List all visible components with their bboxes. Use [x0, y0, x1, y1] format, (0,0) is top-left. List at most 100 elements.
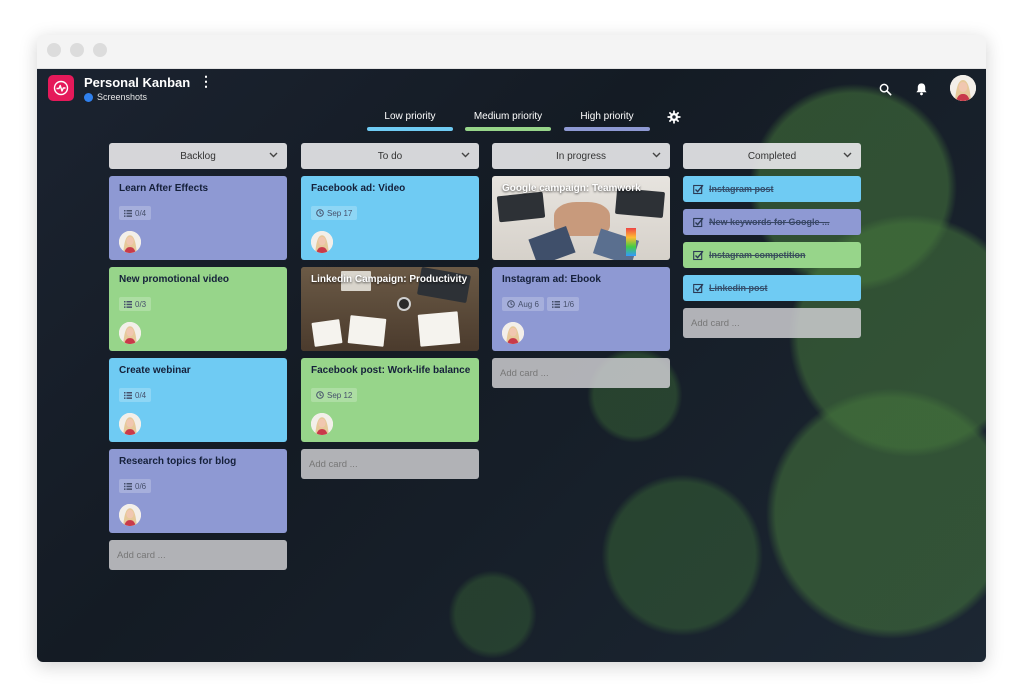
medium-priority-label: Medium priority	[473, 111, 543, 122]
column-header-in-progress[interactable]: In progress	[492, 143, 670, 169]
chevron-down-icon	[269, 152, 278, 158]
add-card-button[interactable]: Add card ...	[492, 358, 670, 388]
card-avatar	[119, 504, 141, 526]
avatar-image	[119, 231, 141, 253]
card-linkedin-campaign-productivity[interactable]: Linkedin Campaign: Productivity	[301, 267, 479, 351]
checklist-icon	[124, 300, 132, 308]
user-avatar-image	[950, 75, 976, 101]
column-title: To do	[377, 150, 403, 162]
kanban-board: Personal Kanban ⋮ Screenshots Low priori…	[37, 69, 986, 662]
avatar-image	[119, 322, 141, 344]
chevron-down-icon	[843, 152, 852, 158]
notifications-button[interactable]	[913, 81, 929, 97]
card-instagram-ad-ebook[interactable]: Instagram ad: Ebook Aug 6 1/6	[492, 267, 670, 351]
medium-priority-bar	[465, 127, 551, 131]
due-date-badge: Aug 6	[502, 297, 544, 311]
card-linkedin-post[interactable]: Linkedin post	[683, 275, 861, 301]
priority-settings-button[interactable]	[667, 110, 681, 124]
search-button[interactable]	[877, 81, 893, 97]
card-title: Research topics for blog	[119, 456, 237, 467]
card-new-promotional-video[interactable]: New promotional video 0/3	[109, 267, 287, 351]
gear-icon	[667, 110, 681, 124]
avatar-image	[311, 413, 333, 435]
card-avatar	[119, 322, 141, 344]
window-maximize-dot[interactable]	[93, 43, 107, 57]
column-in-progress: In progress Google campaign: Teamwork In…	[492, 143, 670, 388]
medium-priority-filter[interactable]: Medium priority	[465, 109, 551, 131]
checklist-badge: 0/3	[119, 297, 152, 311]
workspace-color-dot	[84, 92, 93, 102]
clock-icon	[507, 300, 515, 308]
due-date: Aug 6	[518, 299, 539, 309]
avatar-image	[502, 322, 524, 344]
avatar-image	[119, 504, 141, 526]
card-avatar	[119, 231, 141, 253]
high-priority-label: High priority	[580, 111, 634, 122]
card-create-webinar[interactable]: Create webinar 0/4	[109, 358, 287, 442]
user-avatar[interactable]	[950, 75, 976, 101]
checkbox-checked-icon	[693, 250, 704, 260]
column-completed: Completed Instagram post New keywords fo…	[683, 143, 861, 338]
avatar-image	[311, 231, 333, 253]
bell-icon	[915, 83, 927, 96]
card-new-keywords-for-google[interactable]: New keywords for Google ...	[683, 209, 861, 235]
checklist-count: 0/6	[135, 481, 147, 491]
low-priority-filter[interactable]: Low priority	[367, 109, 453, 131]
card-facebook-ad-video[interactable]: Facebook ad: Video Sep 17	[301, 176, 479, 260]
card-learn-after-effects[interactable]: Learn After Effects 0/4	[109, 176, 287, 260]
checklist-icon	[124, 391, 132, 399]
card-title: Facebook ad: Video	[311, 183, 406, 194]
due-date: Sep 17	[327, 208, 353, 218]
card-facebook-post-work-life-balance[interactable]: Facebook post: Work-life balance Sep 12	[301, 358, 479, 442]
column-header-to-do[interactable]: To do	[301, 143, 479, 169]
high-priority-filter[interactable]: High priority	[564, 109, 650, 131]
avatar-image	[119, 413, 141, 435]
app-logo[interactable]	[48, 75, 74, 101]
due-date-badge: Sep 12	[311, 388, 358, 402]
card-title: Linkedin Campaign: Productivity	[311, 274, 468, 285]
clock-icon	[316, 391, 324, 399]
card-instagram-post[interactable]: Instagram post	[683, 176, 861, 202]
board-title[interactable]: Personal Kanban	[84, 75, 190, 90]
search-icon	[879, 83, 891, 95]
checklist-badge: 1/6	[547, 297, 580, 311]
card-instagram-competition[interactable]: Instagram competition	[683, 242, 861, 268]
checklist-count: 1/6	[563, 299, 575, 309]
card-google-campaign-teamwork[interactable]: Google campaign: Teamwork	[492, 176, 670, 260]
column-title: Completed	[747, 150, 797, 162]
low-priority-label: Low priority	[384, 111, 436, 122]
window-close-dot[interactable]	[47, 43, 61, 57]
checkbox-checked-icon	[693, 217, 704, 227]
chevron-down-icon	[652, 152, 661, 158]
checklist-badge: 0/4	[119, 388, 152, 402]
board-menu-button[interactable]: ⋮	[199, 73, 213, 90]
workspace-label[interactable]: Screenshots	[84, 92, 147, 102]
window-titlebar	[37, 35, 986, 69]
window-minimize-dot[interactable]	[70, 43, 84, 57]
card-title: Instagram ad: Ebook	[502, 274, 601, 285]
checklist-icon	[124, 209, 132, 217]
workspace-name: Screenshots	[97, 92, 148, 102]
chevron-down-icon	[461, 152, 470, 158]
due-date-badge: Sep 17	[311, 206, 358, 220]
card-title: Facebook post: Work-life balance	[311, 365, 471, 376]
app-window: Personal Kanban ⋮ Screenshots Low priori…	[37, 35, 986, 662]
checklist-count: 0/4	[135, 390, 147, 400]
column-backlog: Backlog Learn After Effects 0/4 New prom…	[109, 143, 287, 570]
column-header-completed[interactable]: Completed	[683, 143, 861, 169]
column-title: Backlog	[180, 150, 216, 162]
column-to-do: To do Facebook ad: Video Sep 17 Linkedin…	[301, 143, 479, 479]
add-card-button[interactable]: Add card ...	[109, 540, 287, 570]
add-card-button[interactable]: Add card ...	[683, 308, 861, 338]
card-title: Google campaign: Teamwork	[502, 183, 641, 194]
clock-icon	[316, 209, 324, 217]
card-research-topics-for-blog[interactable]: Research topics for blog 0/6	[109, 449, 287, 533]
due-date: Sep 12	[327, 390, 353, 400]
column-header-backlog[interactable]: Backlog	[109, 143, 287, 169]
add-card-button[interactable]: Add card ...	[301, 449, 479, 479]
card-title: Instagram post	[709, 184, 774, 194]
checklist-count: 0/3	[135, 299, 147, 309]
checklist-count: 0/4	[135, 208, 147, 218]
checkbox-checked-icon	[693, 283, 704, 293]
card-title: Create webinar	[119, 365, 191, 376]
